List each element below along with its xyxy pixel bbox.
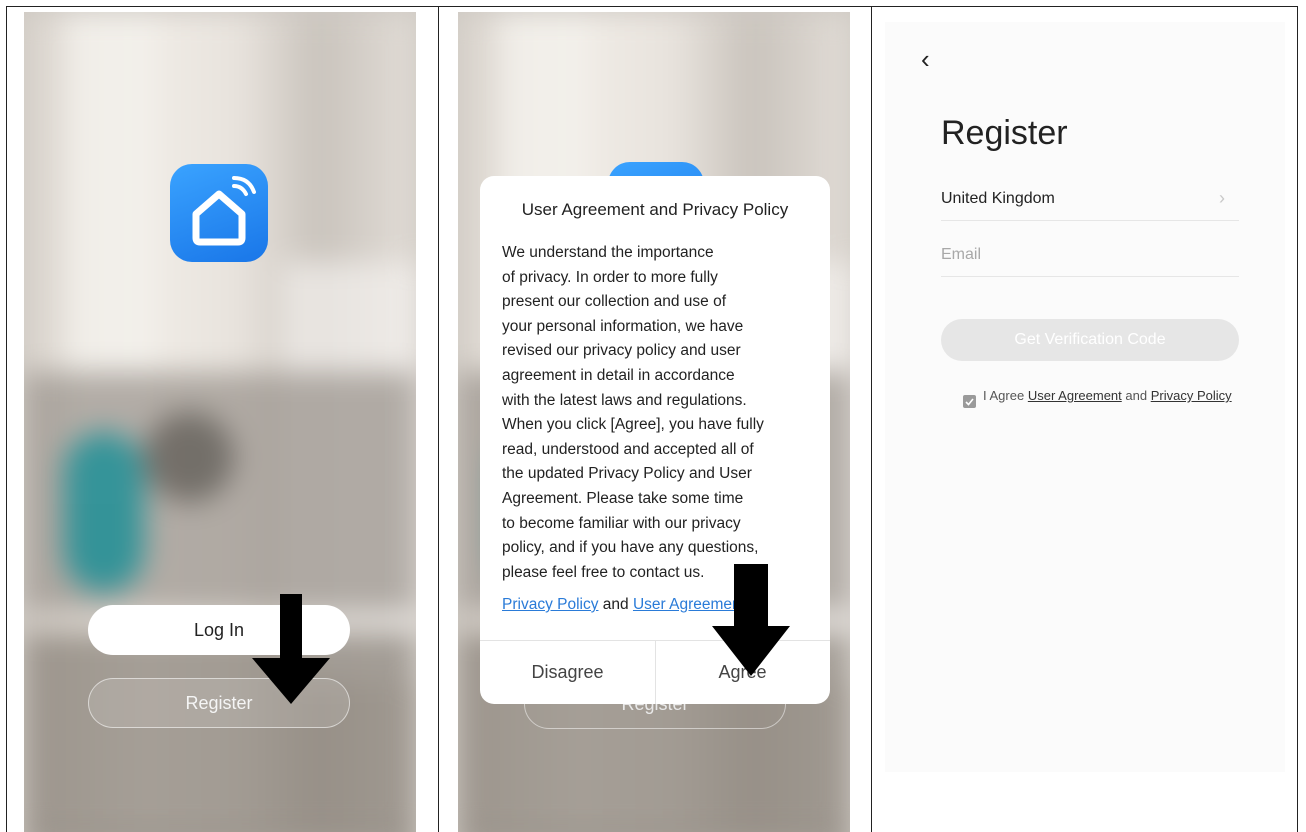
get-verification-code-button[interactable]: Get Verification Code <box>941 319 1239 361</box>
smart-home-app-icon <box>170 164 268 262</box>
agree-and: and <box>1125 388 1148 403</box>
disagree-button[interactable]: Disagree <box>480 641 655 704</box>
dialog-body: We understand the importance of privacy.… <box>502 244 764 581</box>
register-screen: ‹ Register United Kingdom › Email Get Ve… <box>885 22 1285 772</box>
dialog-title: User Agreement and Privacy Policy <box>521 200 789 219</box>
welcome-screen: Log In Register <box>24 12 416 832</box>
privacy-dialog-screen: Register User Agreement and Privacy Poli… <box>458 12 850 832</box>
panel-divider <box>438 6 439 832</box>
panel-divider <box>871 6 872 832</box>
and-text: and <box>602 596 629 613</box>
chevron-right-icon: › <box>1219 188 1225 208</box>
privacy-policy-link[interactable]: Privacy Policy <box>502 596 598 613</box>
user-agreement-link[interactable]: User Agreement <box>1028 388 1122 403</box>
down-arrow-icon <box>712 564 790 676</box>
country-value: United Kingdom <box>941 190 1055 207</box>
email-field[interactable]: Email <box>941 236 1239 277</box>
agree-prefix: I Agree <box>983 388 1025 403</box>
email-placeholder: Email <box>941 246 982 263</box>
country-selector[interactable]: United Kingdom › <box>941 180 1239 221</box>
back-chevron-icon[interactable]: ‹ <box>921 44 930 75</box>
down-arrow-icon <box>252 594 330 704</box>
page-title: Register <box>941 114 1068 152</box>
agree-checkbox[interactable] <box>963 395 976 408</box>
privacy-policy-link[interactable]: Privacy Policy <box>1151 388 1232 403</box>
